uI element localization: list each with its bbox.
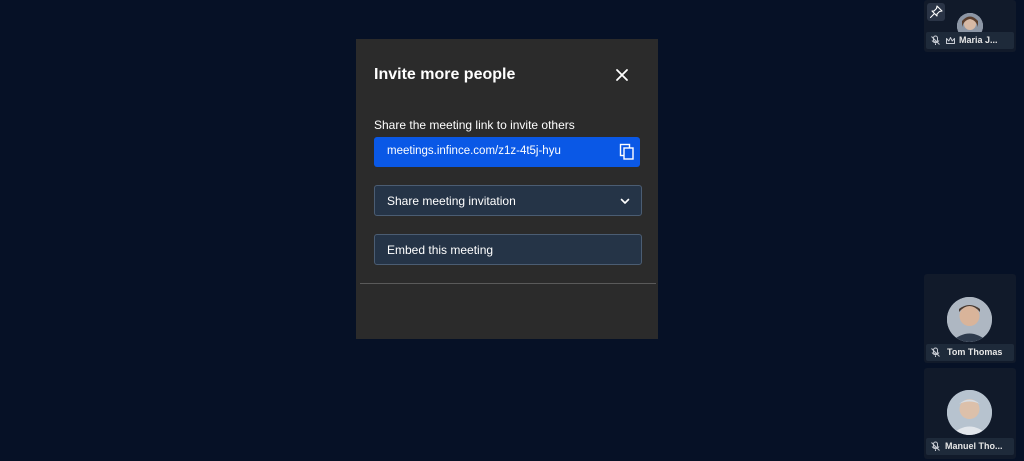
embed-meeting-label: Embed this meeting [387, 243, 494, 257]
participant-tile[interactable]: Tom Thomas [924, 274, 1016, 363]
participant-name: Maria J... [959, 35, 998, 45]
share-invitation-dropdown[interactable]: Share meeting invitation [374, 185, 642, 216]
participant-tile[interactable]: Manuel Tho... [924, 368, 1016, 459]
participant-tile[interactable]: Maria J... [924, 0, 1016, 52]
share-invitation-label: Share meeting invitation [387, 194, 516, 208]
invite-dialog: Invite more people Share the meeting lin… [356, 39, 658, 339]
meeting-link-copy-button[interactable]: meetings.infince.com/z1z-4t5j-hyu [374, 137, 640, 167]
chevron-down-icon [620, 198, 630, 204]
dialog-title: Invite more people [374, 66, 516, 83]
mic-off-icon [931, 441, 940, 451]
avatar [947, 390, 992, 435]
share-link-label: Share the meeting link to invite others [374, 118, 575, 132]
mic-off-icon [931, 35, 940, 45]
dialog-divider [360, 283, 656, 284]
participant-name: Tom Thomas [947, 347, 1003, 357]
participant-nameplate: Manuel Tho... [926, 438, 1014, 455]
avatar [947, 297, 992, 342]
close-button[interactable] [614, 67, 630, 83]
meeting-stage: Invite more people Share the meeting lin… [0, 0, 1024, 461]
crown-icon [946, 37, 955, 44]
close-icon [616, 69, 628, 81]
copy-icon [619, 143, 634, 160]
embed-meeting-button[interactable]: Embed this meeting [374, 234, 642, 265]
pin-button[interactable] [927, 3, 945, 21]
participant-nameplate: Tom Thomas [926, 344, 1014, 361]
participant-name: Manuel Tho... [945, 441, 1003, 451]
participant-nameplate: Maria J... [926, 32, 1014, 49]
pin-icon [929, 5, 943, 19]
meeting-link-text: meetings.infince.com/z1z-4t5j-hyu [387, 145, 561, 157]
mic-off-icon [931, 347, 940, 357]
